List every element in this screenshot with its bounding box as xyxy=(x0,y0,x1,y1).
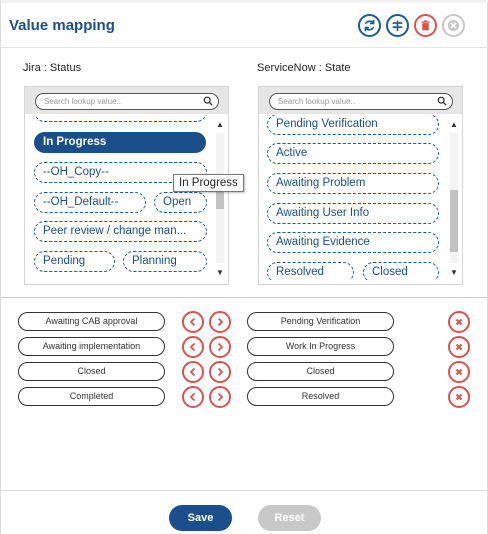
scroll-track[interactable] xyxy=(216,133,224,263)
list-item[interactable]: Pending xyxy=(34,251,115,272)
search-icon[interactable] xyxy=(437,96,447,106)
list-item[interactable]: Resolved xyxy=(267,262,354,280)
mapping-source[interactable]: Awaiting CAB approval xyxy=(18,312,165,331)
mapping-target[interactable]: Pending Verification xyxy=(247,312,394,331)
filter-icon xyxy=(392,20,403,32)
close-icon xyxy=(455,318,463,326)
move-left-button[interactable] xyxy=(182,386,204,408)
list-item-partial[interactable] xyxy=(34,115,207,122)
chevron-left-icon xyxy=(189,317,196,327)
search-icon[interactable] xyxy=(203,96,213,106)
scroll-thumb[interactable] xyxy=(450,190,458,252)
value-mapping-dialog: Value mapping Jira: Status ServiceNow:… xyxy=(0,0,488,534)
mapping-source[interactable]: Completed xyxy=(18,387,165,406)
list-item[interactable]: Pending Verification xyxy=(267,115,439,135)
mapping-row: Awaiting implementation Work In Progress xyxy=(1,336,488,358)
scroll-thumb[interactable] xyxy=(216,191,224,209)
move-left-button[interactable] xyxy=(182,361,204,383)
tooltip: In Progress xyxy=(173,174,244,192)
list-item[interactable]: Planning xyxy=(123,251,207,272)
chevron-right-icon xyxy=(217,317,224,327)
chevron-left-icon xyxy=(189,392,196,402)
mapping-source[interactable]: Closed xyxy=(18,362,165,381)
list-item[interactable]: --OH_Default-- xyxy=(34,192,146,213)
target-value-panel: Search lookup value.. Pending Verificati… xyxy=(258,86,463,285)
chevron-right-icon xyxy=(217,342,224,352)
list-item[interactable]: Awaiting User Info xyxy=(267,203,439,224)
dialog-header: Value mapping xyxy=(1,3,488,48)
filter-button[interactable] xyxy=(386,14,409,37)
move-right-button[interactable] xyxy=(209,361,231,383)
move-left-button[interactable] xyxy=(182,336,204,358)
move-left-button[interactable] xyxy=(182,311,204,333)
refresh-icon xyxy=(364,19,375,32)
mapping-row: Closed Closed xyxy=(1,361,488,383)
source-column-label: Jira : Status xyxy=(23,62,82,74)
section-divider xyxy=(1,297,488,298)
mapping-row: Completed Resolved xyxy=(1,386,488,408)
source-value-list: In Progress --OH_Copy-- --OH_Default-- O… xyxy=(25,115,213,280)
trash-icon xyxy=(421,20,430,31)
close-icon xyxy=(455,343,463,351)
mapping-target[interactable]: Closed xyxy=(247,362,394,381)
dialog-footer: Save Reset xyxy=(1,490,488,534)
delete-button[interactable] xyxy=(414,14,437,37)
target-column-label: ServiceNow : State xyxy=(257,62,351,74)
chevron-left-icon xyxy=(189,342,196,352)
close-icon xyxy=(447,19,460,32)
save-button[interactable]: Save xyxy=(169,505,232,531)
source-search-placeholder: Search lookup value.. xyxy=(44,97,121,106)
target-search-placeholder: Search lookup value.. xyxy=(278,97,355,106)
scroll-up-icon[interactable]: ▲ xyxy=(449,121,459,129)
scroll-down-icon[interactable]: ▼ xyxy=(449,269,459,277)
target-scrollbar[interactable]: ▲ ▼ xyxy=(449,119,459,279)
remove-mapping-button[interactable] xyxy=(448,361,470,383)
scroll-down-icon[interactable]: ▼ xyxy=(215,269,225,277)
mapping-target[interactable]: Work In Progress xyxy=(247,337,394,356)
list-item[interactable]: Active xyxy=(267,143,439,164)
target-value-list: Pending Verification Active Awaiting Pro… xyxy=(259,115,447,280)
source-search-bar: Search lookup value.. xyxy=(25,87,228,114)
move-right-button[interactable] xyxy=(209,336,231,358)
close-icon xyxy=(455,393,463,401)
remove-mapping-button[interactable] xyxy=(448,336,470,358)
source-scrollbar[interactable]: ▲ ▼ xyxy=(215,119,225,279)
source-search-input[interactable]: Search lookup value.. xyxy=(35,93,219,110)
move-right-button[interactable] xyxy=(209,386,231,408)
close-icon xyxy=(455,368,463,376)
remove-mapping-button[interactable] xyxy=(448,311,470,333)
mapping-target[interactable]: Resolved xyxy=(247,387,394,406)
mapping-source[interactable]: Awaiting implementation xyxy=(18,337,165,356)
dialog-title: Value mapping xyxy=(9,17,115,34)
list-item-selected[interactable]: In Progress xyxy=(34,132,206,153)
list-item[interactable]: Awaiting Evidence xyxy=(267,232,439,253)
remove-mapping-button[interactable] xyxy=(448,386,470,408)
chevron-right-icon xyxy=(217,392,224,402)
list-item[interactable]: Open xyxy=(154,192,207,213)
clear-button[interactable] xyxy=(442,14,465,37)
refresh-button[interactable] xyxy=(358,14,381,37)
mapping-row: Awaiting CAB approval Pending Verificati… xyxy=(1,311,488,333)
scroll-track[interactable] xyxy=(450,133,458,263)
move-right-button[interactable] xyxy=(209,311,231,333)
target-search-input[interactable]: Search lookup value.. xyxy=(269,93,453,110)
chevron-right-icon xyxy=(217,367,224,377)
scroll-up-icon[interactable]: ▲ xyxy=(215,121,225,129)
chevron-left-icon xyxy=(189,367,196,377)
list-item[interactable]: Awaiting Problem xyxy=(267,173,439,194)
list-item[interactable]: Closed xyxy=(363,262,439,280)
reset-button[interactable]: Reset xyxy=(258,505,321,531)
list-item[interactable]: Peer review / change man... xyxy=(34,221,207,242)
target-search-bar: Search lookup value.. xyxy=(259,87,462,114)
